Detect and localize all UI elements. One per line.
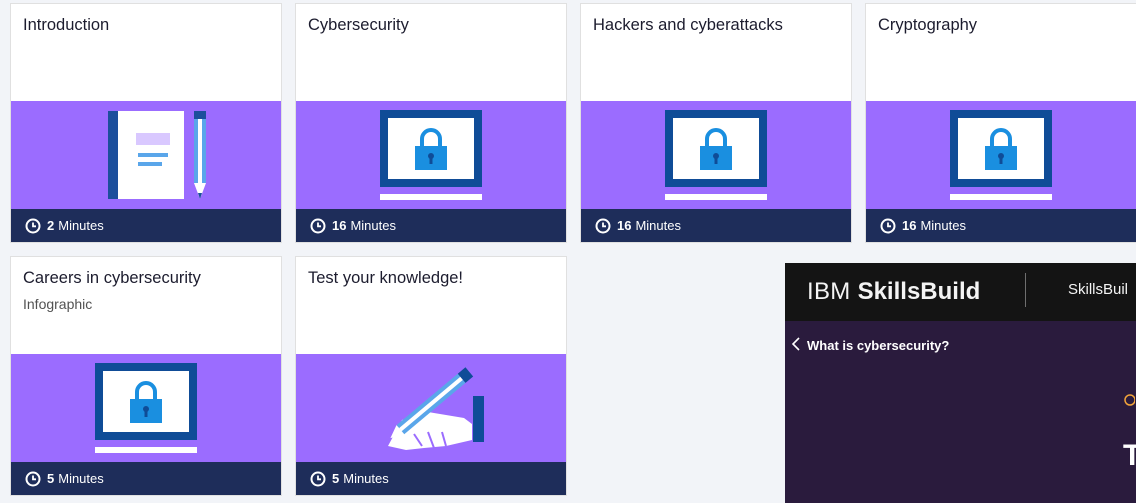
logo-skillsbuild: SkillsBuild — [857, 278, 981, 305]
duration-unit: Minutes — [350, 218, 396, 233]
laptop-lock-illustration — [11, 354, 281, 462]
card-duration: 16 Minutes — [581, 209, 851, 242]
clock-icon — [310, 218, 326, 234]
clock-icon — [25, 471, 41, 487]
module-card-hackers-and-cyberattacks[interactable]: Hackers and cyberattacks 16 Minutes — [581, 4, 851, 242]
card-duration: 2 Minutes — [11, 209, 281, 242]
duration-value: 2 — [47, 218, 55, 233]
card-duration: 16 Minutes — [866, 209, 1136, 242]
notebook-illustration — [11, 101, 281, 209]
laptop-lock-illustration — [581, 101, 851, 209]
laptop-lock-illustration — [866, 101, 1136, 209]
duration-unit: Minutes — [920, 218, 966, 233]
card-duration: 16 Minutes — [296, 209, 566, 242]
duration-value: 16 — [332, 218, 347, 233]
card-title: Cryptography — [878, 16, 978, 34]
logo-ibm: IBM — [807, 278, 851, 305]
hand-pencil-illustration — [296, 354, 566, 462]
module-card-cybersecurity[interactable]: Cybersecurity 16 Minutes — [296, 4, 566, 242]
module-card-introduction[interactable]: Introduction 2 Minutes — [11, 4, 281, 242]
card-subtitle: Infographic — [23, 296, 93, 312]
header-divider — [1025, 273, 1026, 307]
module-card-test-your-knowledge[interactable]: Test your knowledge! 5 Minutes — [296, 257, 566, 495]
card-duration: 5 Minutes — [296, 462, 566, 495]
module-card-cryptography[interactable]: Cryptography 16 Minutes — [866, 4, 1136, 242]
clock-icon — [595, 218, 611, 234]
clock-icon — [1123, 393, 1136, 412]
skillsbuild-preview: IBM SkillsBuild SkillsBuil What is cyber… — [785, 263, 1136, 503]
module-card-careers-in-cybersecurity[interactable]: Careers in cybersecurity Infographic 5 M… — [11, 257, 281, 495]
chevron-left-icon — [791, 337, 801, 354]
duration-value: 16 — [617, 218, 632, 233]
card-title: Introduction — [23, 16, 110, 34]
clock-icon — [25, 218, 41, 234]
back-link-label: What is cybersecurity? — [807, 338, 950, 353]
duration-unit: Minutes — [343, 471, 389, 486]
card-title: Test your knowledge! — [308, 269, 464, 287]
duration-value: 16 — [902, 218, 917, 233]
card-title: Cybersecurity — [308, 16, 409, 34]
back-link[interactable]: What is cybersecurity? — [791, 337, 949, 354]
laptop-lock-illustration — [296, 101, 566, 209]
page-heading: T — [1123, 439, 1136, 472]
header-nav-link[interactable]: SkillsBuil — [1068, 281, 1128, 298]
duration-unit: Minutes — [635, 218, 681, 233]
card-title: Hackers and cyberattacks — [593, 16, 783, 34]
skillsbuild-header: IBM SkillsBuild SkillsBuil — [785, 263, 1136, 321]
duration-unit: Minutes — [58, 471, 104, 486]
duration-value: 5 — [47, 471, 55, 486]
duration-unit: Minutes — [58, 218, 104, 233]
duration-value: 5 — [332, 471, 340, 486]
clock-icon — [880, 218, 896, 234]
clock-icon — [310, 471, 326, 487]
card-duration: 5 Minutes — [11, 462, 281, 495]
card-title: Careers in cybersecurity — [23, 269, 201, 287]
